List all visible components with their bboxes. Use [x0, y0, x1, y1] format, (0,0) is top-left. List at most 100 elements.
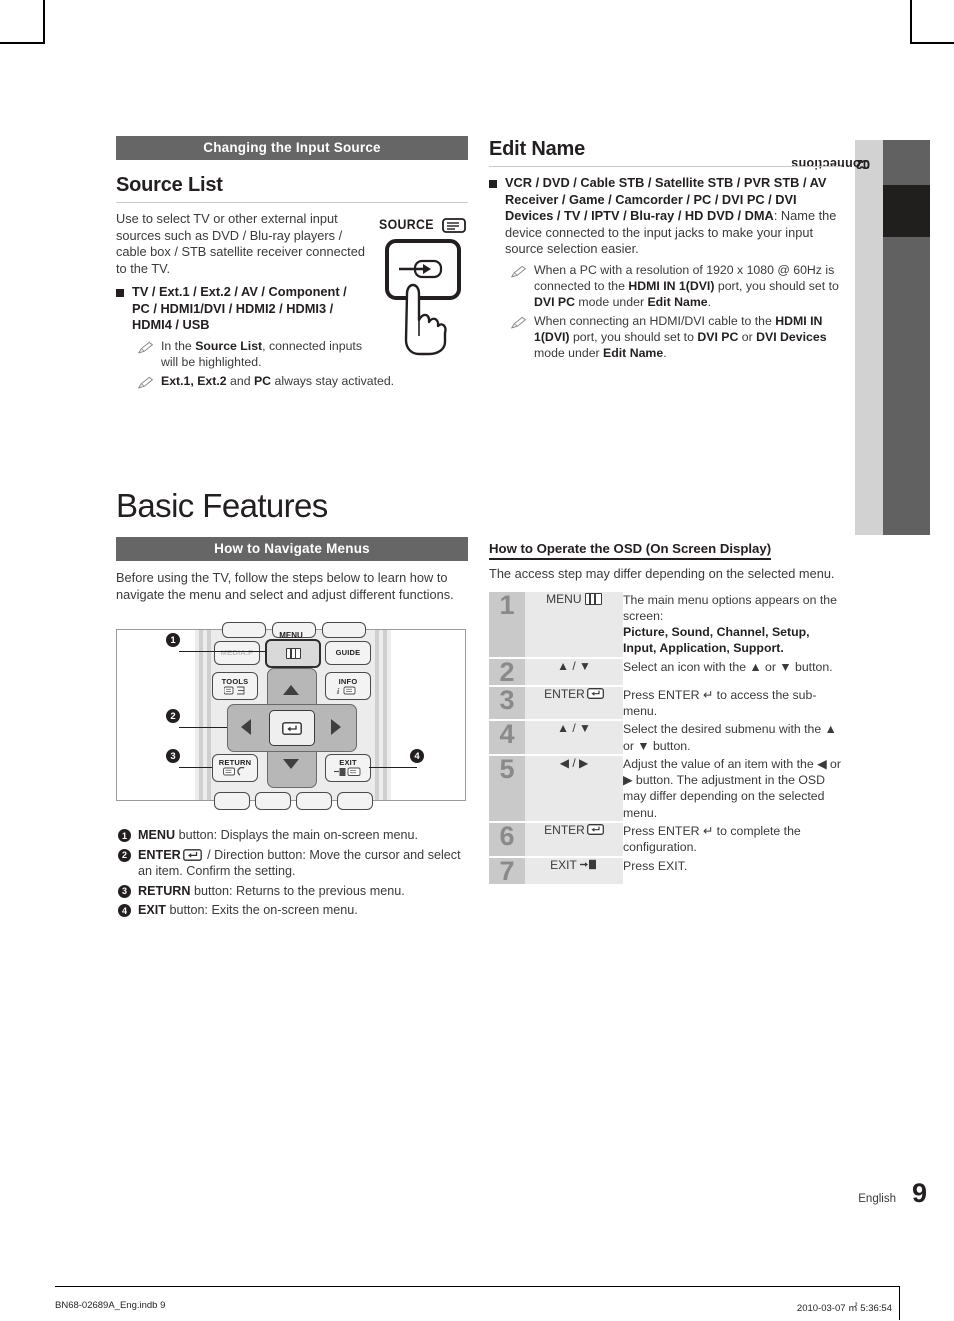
- callout-number: 1: [118, 829, 131, 842]
- footer-tick: [899, 1286, 900, 1320]
- remote-button-bottom-2[interactable]: [255, 792, 291, 810]
- table-row: 7 EXIT Press EXIT.: [489, 856, 841, 885]
- remote-button-bottom-4[interactable]: [337, 792, 373, 810]
- remote-label-guide: GUIDE: [335, 648, 361, 657]
- edit-name-bullet: VCR / DVD / Cable STB / Satellite STB / …: [489, 175, 841, 258]
- step-description: Press ENTER ↵ to access the sub-menu.: [623, 687, 817, 718]
- note-text-1: In the Source List, connected inputs wil…: [161, 338, 362, 369]
- step-description: The main menu options appears on the scr…: [623, 592, 837, 656]
- callout-leader-3: [179, 767, 212, 768]
- source-list-intro: Use to select TV or other external input…: [116, 211, 365, 276]
- crop-mark-top-right: [910, 0, 912, 44]
- heading-edit-name: Edit Name: [489, 138, 586, 160]
- step-description: Press EXIT.: [623, 858, 688, 873]
- osd-heading: How to Operate the OSD (On Screen Displa…: [489, 541, 772, 560]
- table-row: 6 ENTER Press ENTER ↵ to complete the co…: [489, 822, 841, 857]
- osd-subtitle: The access step may differ depending on …: [489, 566, 835, 581]
- footer-file-reference: BN68-02689A_Eng.indb 9: [55, 1300, 166, 1311]
- step-button: ENTER: [525, 822, 623, 857]
- list-item: 2 ENTER / Direction button: Move the cur…: [118, 847, 470, 880]
- step-description: Select the desired submenu with the ▲ or…: [623, 722, 837, 753]
- remote-label-return: RETURN: [218, 758, 252, 767]
- enter-icon: [182, 848, 202, 861]
- remote-button-menu[interactable]: [265, 639, 321, 668]
- remote-left-edge-2: [207, 630, 211, 800]
- remote-label-exit: EXIT: [339, 758, 357, 767]
- step-number: 2: [489, 657, 525, 686]
- callout-bubble-2: 2: [166, 709, 180, 723]
- step-number: 7: [489, 856, 525, 885]
- note-text-2: Ext.1, Ext.2 and PC always stay activate…: [161, 373, 395, 388]
- pencil-note-icon: [511, 316, 527, 329]
- source-list-bullet: TV / Ext.1 / Ext.2 / AV / Component / PC…: [116, 284, 368, 334]
- enter-icon: [586, 824, 604, 836]
- crop-mark-top-left: [43, 0, 45, 44]
- list-item: 1 MENU button: Displays the main on-scre…: [118, 827, 470, 844]
- callout-number: 2: [118, 848, 131, 862]
- note-text-1: When a PC with a resolution of 1920 x 10…: [534, 262, 839, 309]
- note-source-list-highlight: In the Source List, connected inputs wil…: [138, 338, 368, 370]
- square-bullet-icon: [116, 289, 124, 297]
- remote-right-edge: [375, 630, 379, 800]
- remote-label-menu-caption: MENU: [279, 631, 303, 640]
- enter-icon: [586, 687, 604, 699]
- pencil-note-icon: [138, 376, 154, 389]
- callout-bubble-4: 4: [410, 749, 424, 763]
- source-key-label: SOURCE: [379, 216, 434, 232]
- callout-number: 4: [118, 904, 131, 917]
- callout-leader-1: [179, 651, 265, 652]
- table-row: 3 ENTER Press ENTER ↵ to access the sub-…: [489, 685, 841, 721]
- table-row: 5 ◀ / ▶ Adjust the value of an item with…: [489, 754, 841, 823]
- callout-number: 3: [118, 884, 131, 898]
- step-description: Adjust the value of an item with the ◀ o…: [623, 756, 841, 820]
- heading-rule: [116, 202, 468, 203]
- crop-mark-left-top: [0, 42, 44, 44]
- chapter-index-text: 02 Connections: [791, 157, 870, 171]
- step-button: ◀ / ▶: [525, 754, 623, 823]
- remote-button-bottom-3[interactable]: [296, 792, 332, 810]
- osd-section: How to Operate the OSD (On Screen Displa…: [489, 540, 841, 886]
- chapter-index-tab: 02 Connections: [791, 140, 930, 535]
- table-row: 4 ▲ / ▼ Select the desired submenu with …: [489, 720, 841, 755]
- right-column-top: Edit Name VCR / DVD / Cable STB / Satell…: [489, 138, 841, 364]
- callout-leader-2: [179, 727, 227, 728]
- step-button: EXIT: [525, 856, 623, 885]
- callout-text: MENU button: Displays the main on-screen…: [138, 828, 418, 842]
- callout-text: ENTER / Direction button: Move the curso…: [138, 847, 461, 879]
- note-source-list-activated: Ext.1, Ext.2 and PC always stay activate…: [138, 373, 394, 390]
- exit-icon: [334, 767, 361, 776]
- osd-steps-table: 1 MENU The main menu options appears on …: [489, 591, 841, 886]
- remote-button-bottom-1[interactable]: [214, 792, 250, 810]
- remote-right-edge-2: [383, 630, 387, 800]
- callout-text: EXIT button: Exits the on-screen menu.: [138, 903, 358, 917]
- step-number: 6: [489, 822, 525, 857]
- pencil-note-icon: [138, 341, 154, 354]
- step-button: ▲ / ▼: [525, 657, 623, 686]
- remote-button-return[interactable]: RETURN: [212, 754, 258, 782]
- edit-name-bullet-text: VCR / DVD / Cable STB / Satellite STB / …: [505, 175, 837, 256]
- menu-icon: [584, 592, 602, 605]
- remote-button-media-p[interactable]: MEDIA.P: [214, 641, 260, 665]
- remote-button-guide[interactable]: GUIDE: [325, 641, 371, 665]
- heading-source-list: Source List: [116, 174, 223, 196]
- step-number: 3: [489, 685, 525, 721]
- step-number: 5: [489, 754, 525, 823]
- step-number: 1: [489, 591, 525, 658]
- basic-features-block: Basic Features How to Navigate Menus Bef…: [116, 487, 468, 610]
- source-list-bullet-text: TV / Ext.1 / Ext.2 / AV / Component / PC…: [132, 284, 347, 332]
- dpad-enter-button[interactable]: [269, 710, 315, 746]
- step-description: Press ENTER ↵ to complete the configurat…: [623, 824, 801, 855]
- callout-text: RETURN button: Returns to the previous m…: [138, 883, 405, 898]
- return-icon: [223, 767, 245, 776]
- remote-button-exit[interactable]: EXIT: [325, 754, 371, 782]
- note-edit-name-2: When connecting an HDMI/DVI cable to the…: [511, 313, 841, 361]
- chapter-index-active-marker: [883, 185, 930, 237]
- heading-rule: [489, 166, 841, 167]
- exit-icon: [579, 859, 596, 869]
- page-footer: English 9: [858, 1178, 927, 1209]
- step-button: ▲ / ▼: [525, 720, 623, 755]
- source-button-illustration: SOURCE: [377, 216, 475, 356]
- step-button: MENU: [525, 591, 623, 658]
- remote-button-topright-partial[interactable]: [322, 622, 366, 638]
- remote-button-topleft-partial[interactable]: [222, 622, 266, 638]
